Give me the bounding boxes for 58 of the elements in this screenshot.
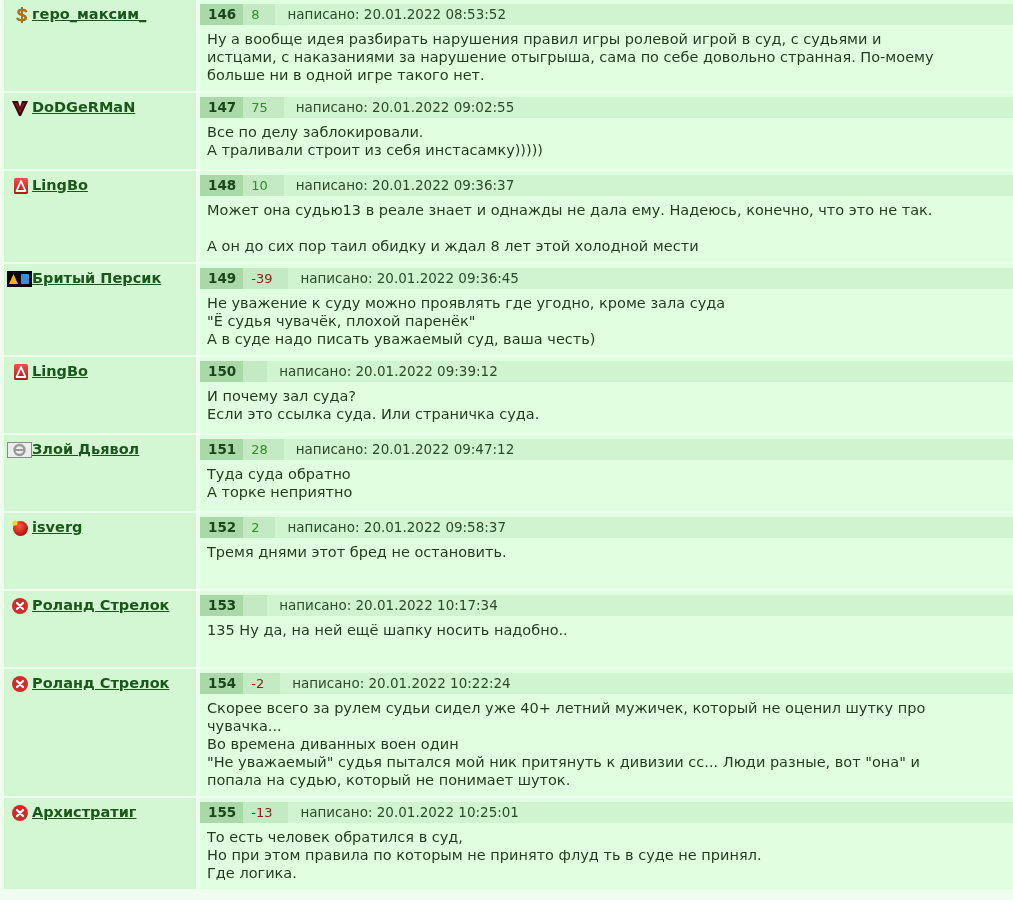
username-link[interactable]: isverg (32, 516, 83, 539)
post-message: Ну а вообще идея разбирать нарушения правил игры ролевой игрой в суд, с судьями и истцами, с наказаниями за нарушение отыгрыша, сама по себе довольно странная. По-моему больше ни в одной игре такого нет. (206, 30, 935, 85)
ring-tile-icon (7, 441, 32, 458)
rating-cell: 2 (243, 517, 276, 538)
post-number: 154 (200, 673, 244, 694)
rating-cell: 28 (243, 439, 284, 460)
post-message: Может она судью13 в реале знает и однажды не дала ему. Надеюсь, конечно, что это не так. А он до сих пор таил обидку и ждал 8 лет этой холодной мести (206, 201, 934, 256)
post-date: написано: 20.01.2022 09:58:37 (287, 518, 506, 538)
post-number: 149 (200, 268, 244, 289)
post-date: написано: 20.01.2022 10:17:34 (279, 596, 498, 616)
post-message: 135 Ну да, на ней ещё шапку носить надобно.. (206, 621, 569, 640)
post-number: 147 (200, 97, 244, 118)
post-date: написано: 20.01.2022 09:02:55 (295, 98, 515, 118)
post-message: Все по делу заблокировали. А траливали строит из себя инстасамку))))) (206, 123, 544, 160)
post-number: 151 (200, 439, 244, 460)
post-message: И почему зал суда? Если это ссылка суда. Или страничка суда. (206, 387, 541, 424)
rating-cell: -2 (243, 673, 281, 694)
triangle-tile-icon (14, 177, 28, 194)
rating-cell: -13 (243, 802, 289, 823)
dollar-icon (16, 6, 28, 23)
rating-cell: 10 (243, 175, 284, 196)
triangle-tile-icon (14, 363, 28, 380)
rating-cell: -39 (243, 268, 289, 289)
post-number: 148 (200, 175, 244, 196)
username-link[interactable]: геро_максим_ (32, 3, 147, 26)
post-number: 150 (200, 361, 244, 382)
dark-tile-icon (7, 270, 32, 287)
post-message: Туда суда обратно А торке неприятно (206, 465, 354, 502)
rating-cell: 8 (243, 4, 276, 25)
post-message: Скорее всего за рулем судьи сидел уже 40+ летний мужичек, который не оценил шутку про чувачка... Во времена диванных воен один "Не уважаемый" судья пытался мой ник притянуть к дивизии сс... Люди разные, вот "она" и попала на судью, который не понимает шуток. (206, 699, 927, 790)
username-link[interactable]: Роланд Стрелок (32, 594, 170, 617)
post-number: 152 (200, 517, 244, 538)
post-message: Тремя днями этот бред не остановить. (206, 543, 508, 562)
post-date: написано: 20.01.2022 09:47:12 (295, 440, 515, 460)
rating-cell: 75 (243, 97, 284, 118)
post-number: 155 (200, 802, 244, 823)
username-link[interactable]: DoDGeRMaN (32, 96, 136, 119)
x-circle-icon (12, 804, 28, 821)
post-date: написано: 20.01.2022 09:39:12 (279, 362, 498, 382)
username-link[interactable]: LingBo (32, 360, 88, 383)
post-date: написано: 20.01.2022 10:22:24 (292, 674, 511, 694)
post-date: написано: 20.01.2022 08:53:52 (287, 5, 506, 25)
post-date: написано: 20.01.2022 10:25:01 (300, 803, 519, 823)
post-message: Не уважение к суду можно проявлять где угодно, кроме зала суда "Ё судья чувачёк, плохой паренёк" А в суде надо писать уважаемый суд, ваша честь) (206, 294, 727, 349)
username-link[interactable]: LingBo (32, 174, 88, 197)
username-link[interactable]: Роланд Стрелок (32, 672, 170, 695)
x-circle-icon (12, 675, 28, 692)
username-link[interactable]: Бритый Персик (32, 267, 162, 290)
post-number: 146 (200, 4, 244, 25)
post-number: 153 (200, 595, 244, 616)
post-date: написано: 20.01.2022 09:36:45 (300, 269, 519, 289)
ball-icon (12, 519, 28, 536)
x-circle-icon (12, 597, 28, 614)
username-link[interactable]: Архистратиг (32, 801, 137, 824)
v-emblem-icon (12, 99, 28, 116)
username-link[interactable]: Злой Дьявол (32, 438, 140, 461)
post-message: То есть человек обратился в суд, Но при этом правила по которым не принято флуд ть в суде не принял. Где логика. (206, 828, 763, 883)
post-date: написано: 20.01.2022 09:36:37 (295, 176, 515, 196)
